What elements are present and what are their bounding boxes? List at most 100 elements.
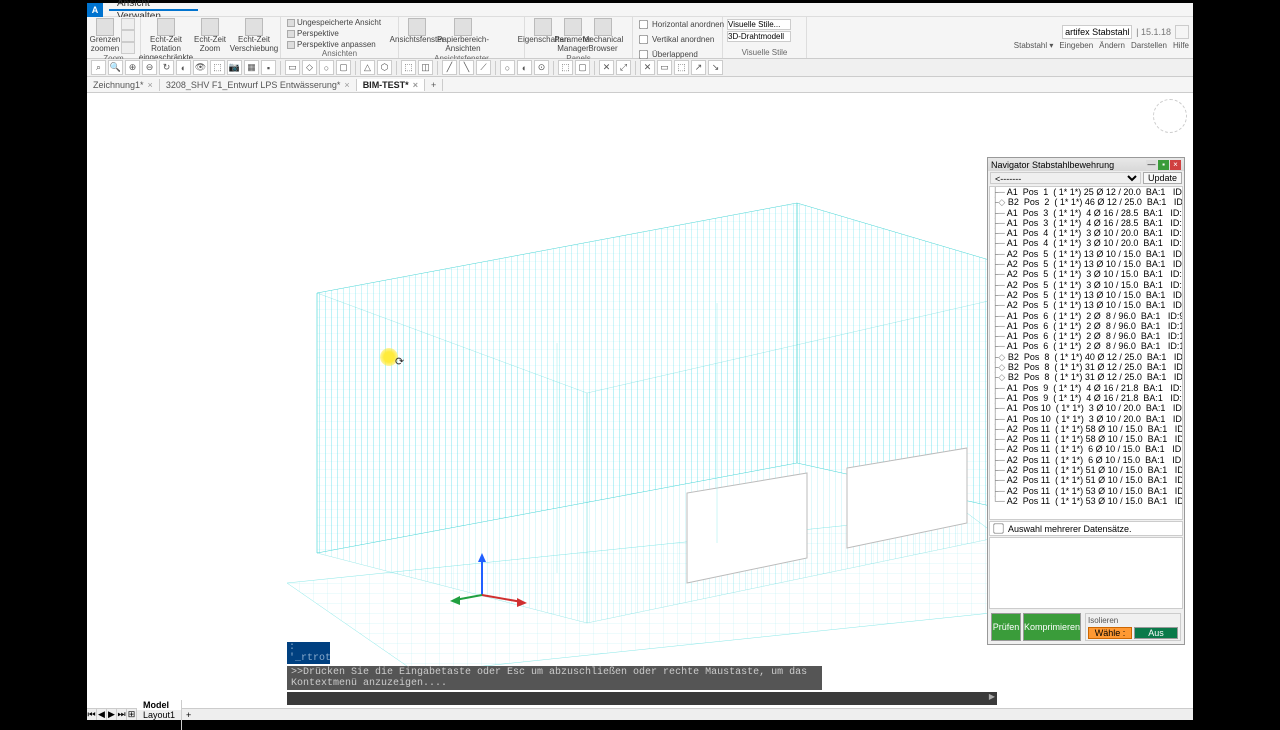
toolbar-btn-24[interactable]: ╲ [459,60,474,75]
navigator-row[interactable]: ├─ A2 Pos 5 ( 1* 1*) 13 Ø 10 / 15.0 BA:1… [990,259,1182,269]
nav-echt-zeit[interactable]: Echt-Zeit Zoom [189,18,231,54]
navigator-row[interactable]: ├─ A1 Pos 10 ( 1* 1*) 3 Ø 10 / 20.0 BA:1… [990,414,1182,424]
zoom-btn-2[interactable] [121,30,135,42]
sublink-darstellen[interactable]: Darstellen [1131,41,1167,50]
navigator-row[interactable]: ├─ A1 Pos 6 ( 1* 1*) 2 Ø 8 / 96.0 BA:1 I… [990,311,1182,321]
nav-echt-zeit[interactable]: Echt-Zeit Verschiebung [233,18,275,54]
ansichtsfenster-button[interactable]: Ansichtsfenster [403,18,431,45]
ansicht-perspektive-anpassen[interactable]: Perspektive anpassen [285,40,378,49]
zoom-extents-button[interactable]: Grenzen zoomen [91,18,119,54]
sublink-eingeben[interactable]: Eingeben [1059,41,1093,50]
drahtmodell-combo[interactable] [727,31,791,42]
viewport-3d[interactable]: ⟳ : '_rtrot >>Drücken Sie die Eingabetas… [87,93,1193,720]
toolbar-btn-39[interactable]: ⬚ [674,60,689,75]
doc-tab-add[interactable]: + [425,79,443,91]
navigator-row[interactable]: ├─ A2 Pos 5 ( 1* 1*) 13 Ø 10 / 15.0 BA:1… [990,249,1182,259]
sublink-ndern[interactable]: Ändern [1099,41,1125,50]
navigator-update-button[interactable]: Update [1143,172,1182,184]
toolbar-btn-18[interactable]: ⬡ [377,60,392,75]
layout-nav[interactable]: ⏮◀▶⏭⊞ [87,709,137,720]
navigator-row[interactable]: ├─ A1 Pos 6 ( 1* 1*) 2 Ø 8 / 96.0 BA:1 I… [990,331,1182,341]
zoom-btn-3[interactable] [121,42,135,54]
navigator-row[interactable]: ├─ A2 Pos 5 ( 1* 1*) 13 Ø 10 / 15.0 BA:1… [990,300,1182,310]
navigator-min-icon[interactable]: — [1146,160,1157,170]
aus-button[interactable]: Aus [1134,627,1178,639]
navigator-filter-select[interactable]: <------- [990,172,1141,184]
toolbar-btn-2[interactable]: ⊕ [125,60,140,75]
layout-tab-layout1[interactable]: Layout1 [137,710,182,720]
navigator-close-icon[interactable]: × [1170,160,1181,170]
toolbar-btn-12[interactable]: ▭ [285,60,300,75]
toolbar-btn-21[interactable]: ◫ [418,60,433,75]
toolbar-btn-0[interactable]: ⌕ [91,60,106,75]
toolbar-btn-25[interactable]: ⟋ [476,60,491,75]
search-input[interactable] [1062,25,1132,39]
layout-tab-layout2[interactable]: Layout2 [137,720,182,730]
mechanical-browser-button[interactable]: Mechanical Browser [589,18,617,54]
toolbar-btn-3[interactable]: ⊖ [142,60,157,75]
toolbar-btn-29[interactable]: ⊙ [534,60,549,75]
navigator-row[interactable]: └─ A2 Pos 11 ( 1* 1*) 53 Ø 10 / 15.0 BA:… [990,496,1182,506]
papierbereich-button[interactable]: Papierbereich-Ansichten [433,18,493,54]
navigator-row[interactable]: ├─ A2 Pos 5 ( 1* 1*) 3 Ø 10 / 15.0 BA:1 … [990,280,1182,290]
navigator-row[interactable]: ├◇ B2 Pos 8 ( 1* 1*) 40 Ø 12 / 25.0 BA:1… [990,352,1182,362]
navigator-row[interactable]: ├─ A2 Pos 5 ( 1* 1*) 13 Ø 10 / 15.0 BA:1… [990,290,1182,300]
doc-tab[interactable]: BIM-TEST*× [357,79,425,91]
toolbar-btn-15[interactable]: ▢ [336,60,351,75]
navigator-row[interactable]: ├─ A1 Pos 3 ( 1* 1*) 4 Ø 16 / 28.5 BA:1 … [990,218,1182,228]
doc-tab[interactable]: 3208_SHV F1_Entwurf LPS Entwässerung*× [160,79,357,91]
toolbar-btn-4[interactable]: ↻ [159,60,174,75]
eigenschaften-button[interactable]: Eigenschaften [529,18,557,45]
navigator-row[interactable]: ├─ A2 Pos 11 ( 1* 1*) 6 Ø 10 / 15.0 BA:1… [990,444,1182,454]
layout-tab-model[interactable]: Model [137,700,182,710]
toolbar-btn-10[interactable]: ▪ [261,60,276,75]
command-input[interactable] [287,692,997,705]
navigator-row[interactable]: ├─ A1 Pos 9 ( 1* 1*) 4 Ø 16 / 21.8 BA:1 … [990,383,1182,393]
toolbar-btn-34[interactable]: ✕ [599,60,614,75]
navigator-title-bar[interactable]: Navigator Stabstahlbewehrung — ▪ × [988,158,1184,171]
search-go-button[interactable] [1175,25,1189,39]
close-icon[interactable]: × [344,80,349,90]
navigator-row[interactable]: ├─ A1 Pos 9 ( 1* 1*) 4 Ø 16 / 21.8 BA:1 … [990,393,1182,403]
navigator-multiselect[interactable]: Auswahl mehrerer Datensätze. [989,521,1183,536]
navigator-row[interactable]: ├─ A2 Pos 11 ( 1* 1*) 51 Ø 10 / 15.0 BA:… [990,465,1182,475]
pruefen-button[interactable]: Prüfen [991,613,1021,641]
navigator-row[interactable]: ├─ A2 Pos 11 ( 1* 1*) 6 Ø 10 / 15.0 BA:1… [990,455,1182,465]
toolbar-btn-35[interactable]: ⤢ [616,60,631,75]
toolbar-btn-27[interactable]: ○ [500,60,515,75]
toolbar-btn-23[interactable]: ╱ [442,60,457,75]
navigator-row[interactable]: ├◇ B2 Pos 8 ( 1* 1*) 31 Ø 12 / 25.0 BA:1… [990,372,1182,382]
navigator-list[interactable]: ├─ A1 Pos 1 ( 1* 1*) 25 Ø 12 / 20.0 BA:1… [989,186,1183,520]
toolbar-btn-32[interactable]: ▢ [575,60,590,75]
toolbar-btn-20[interactable]: ⬚ [401,60,416,75]
doc-tab[interactable]: Zeichnung1*× [87,79,160,91]
waehle-button[interactable]: Wähle : [1088,627,1132,639]
toolbar-btn-1[interactable]: 🔍 [108,60,123,75]
navigator-row[interactable]: ├◇ B2 Pos 2 ( 1* 1*) 46 Ø 12 / 25.0 BA:1… [990,197,1182,207]
navigator-row[interactable]: ├─ A1 Pos 6 ( 1* 1*) 2 Ø 8 / 96.0 BA:1 I… [990,341,1182,351]
ansicht-perspektive[interactable]: Perspektive [285,29,341,38]
navigator-row[interactable]: ├─ A2 Pos 11 ( 1* 1*) 58 Ø 10 / 15.0 BA:… [990,434,1182,444]
check-vertikal[interactable]: Vertikal anordnen [637,33,714,46]
toolbar-btn-8[interactable]: 📷 [227,60,242,75]
check-horizontal[interactable]: Horizontal anordnen [637,18,724,31]
close-icon[interactable]: × [148,80,153,90]
layout-add[interactable]: + [182,710,195,720]
sublink-stabstahl[interactable]: Stabstahl ▾ [1014,41,1054,50]
toolbar-btn-9[interactable]: ▦ [244,60,259,75]
navigator-row[interactable]: ├─ A2 Pos 11 ( 1* 1*) 58 Ø 10 / 15.0 BA:… [990,424,1182,434]
toolbar-btn-38[interactable]: ▭ [657,60,672,75]
navigator-row[interactable]: ├─ A2 Pos 11 ( 1* 1*) 51 Ø 10 / 15.0 BA:… [990,475,1182,485]
navigator-dock-icon[interactable]: ▪ [1158,160,1169,170]
toolbar-btn-37[interactable]: ✕ [640,60,655,75]
navigator-row[interactable]: ├─ A1 Pos 10 ( 1* 1*) 3 Ø 10 / 20.0 BA:1… [990,403,1182,413]
navigator-row[interactable]: ├─ A1 Pos 6 ( 1* 1*) 2 Ø 8 / 96.0 BA:1 I… [990,321,1182,331]
toolbar-btn-41[interactable]: ↘ [708,60,723,75]
visuelle-stile-combo[interactable] [727,19,791,30]
ribbon-tab-ansicht[interactable]: Ansicht [109,0,198,11]
view-cube[interactable] [1153,99,1187,133]
navigator-row[interactable]: ├─ A1 Pos 4 ( 1* 1*) 3 Ø 10 / 20.0 BA:1 … [990,238,1182,248]
toolbar-btn-28[interactable]: ◐ [517,60,532,75]
navigator-row[interactable]: ├─ A1 Pos 4 ( 1* 1*) 3 Ø 10 / 20.0 BA:1 … [990,228,1182,238]
toolbar-btn-17[interactable]: △ [360,60,375,75]
